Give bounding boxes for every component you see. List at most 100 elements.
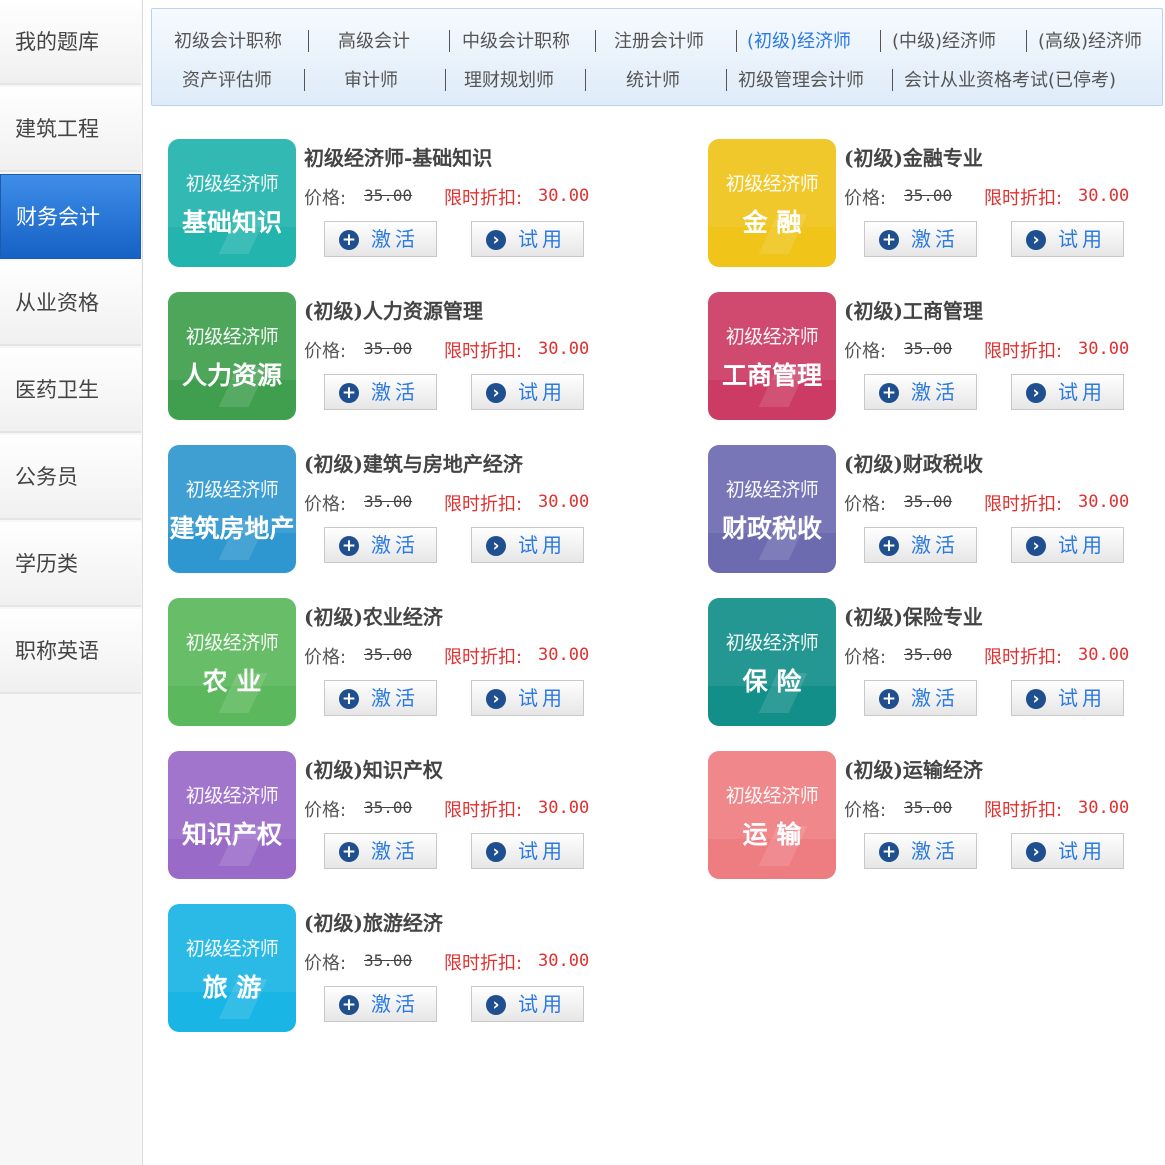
trial-button[interactable]: › 试用 [471,221,584,257]
trial-button[interactable]: › 试用 [471,374,584,410]
product-title[interactable]: (初级)保险专业 [844,601,983,630]
discount-price: 30.00 [538,339,590,359]
thumbnail-bottom-text: 工商管理 [721,361,822,390]
activate-button[interactable]: + 激活 [324,833,437,869]
sidebar-item-qualification[interactable]: 从业资格 [0,261,141,346]
activate-label: 激活 [371,533,419,557]
category-intermediate-economist[interactable]: (中级)经济师 [892,27,996,53]
category-junior-accountant[interactable]: 初级会计职称 [174,27,282,53]
activate-label: 激活 [911,839,959,863]
product-thumbnail[interactable]: 初级经济师 农 业 [168,598,296,726]
sidebar-item-finance-accounting[interactable]: 财务会计 [0,174,141,259]
product-title[interactable]: (初级)旅游经济 [304,907,443,936]
activate-button[interactable]: + 激活 [864,221,977,257]
category-statistician[interactable]: 统计师 [626,66,680,92]
trial-label: 试用 [518,992,566,1016]
discount-price: 30.00 [1078,492,1130,512]
product-title[interactable]: (初级)建筑与房地产经济 [304,448,523,477]
category-senior-economist[interactable]: (高级)经济师 [1038,27,1142,53]
trial-button[interactable]: › 试用 [1011,833,1124,869]
category-separator [892,69,893,91]
product-thumbnail[interactable]: 初级经济师 建筑房地产 [168,445,296,573]
product-card: 初级经济师 基础知识 初级经济师-基础知识 价格: 35.00 限时折扣: 30… [168,139,608,269]
category-junior-economist[interactable]: (初级)经济师 [747,27,851,53]
activate-button[interactable]: + 激活 [324,221,437,257]
price-label: 价格: [304,953,347,974]
product-title[interactable]: (初级)运输经济 [844,754,983,783]
trial-button[interactable]: › 试用 [1011,527,1124,563]
sidebar-item-civil-servant[interactable]: 公务员 [0,435,141,520]
category-senior-accountant[interactable]: 高级会计 [338,27,410,53]
category-asset-appraiser[interactable]: 资产评估师 [182,66,272,92]
plus-circle-icon: + [339,230,359,250]
sidebar-item-medicine-health[interactable]: 医药卫生 [0,348,141,433]
plus-circle-icon: + [339,689,359,709]
activate-button[interactable]: + 激活 [324,527,437,563]
thumbnail-top-text: 初级经济师 [185,938,279,960]
trial-label: 试用 [1058,839,1106,863]
product-card: 初级经济师 金 融 (初级)金融专业 价格: 35.00 限时折扣: 30.00… [708,139,1148,269]
plus-circle-icon: + [879,230,899,250]
trial-button[interactable]: › 试用 [1011,221,1124,257]
activate-label: 激活 [371,227,419,251]
product-thumbnail[interactable]: 初级经济师 工商管理 [708,292,836,420]
price-label: 价格: [844,494,887,515]
trial-button[interactable]: › 试用 [1011,374,1124,410]
trial-button[interactable]: › 试用 [471,833,584,869]
plus-circle-icon: + [339,536,359,556]
trial-button[interactable]: › 试用 [471,680,584,716]
activate-button[interactable]: + 激活 [324,374,437,410]
product-thumbnail[interactable]: 初级经济师 人力资源 [168,292,296,420]
product-title[interactable]: (初级)金融专业 [844,142,983,171]
trial-button[interactable]: › 试用 [471,527,584,563]
product-thumbnail[interactable]: 初级经济师 基础知识 [168,139,296,267]
activate-button[interactable]: + 激活 [864,680,977,716]
thumbnail-bottom-text: 知识产权 [181,820,282,849]
product-thumbnail[interactable]: 初级经济师 财政税收 [708,445,836,573]
category-financial-planner[interactable]: 理财规划师 [464,66,554,92]
activate-button[interactable]: + 激活 [864,833,977,869]
category-separator [595,30,596,52]
play-circle-icon: › [1026,536,1046,556]
play-circle-icon: › [486,536,506,556]
category-accounting-qualification[interactable]: 会计从业资格考试(已停考) [904,66,1116,92]
thumbnail-top-text: 初级经济师 [725,785,819,807]
trial-button[interactable]: › 试用 [1011,680,1124,716]
product-title[interactable]: (初级)农业经济 [304,601,443,630]
activate-label: 激活 [911,227,959,251]
activate-button[interactable]: + 激活 [864,374,977,410]
category-junior-management-accountant[interactable]: 初级管理会计师 [738,66,864,92]
thumbnail-bottom-text: 保 险 [742,667,802,696]
activate-button[interactable]: + 激活 [864,527,977,563]
category-cpa[interactable]: 注册会计师 [614,27,704,53]
category-auditor[interactable]: 审计师 [344,66,398,92]
product-title[interactable]: (初级)人力资源管理 [304,295,483,324]
product-title[interactable]: 初级经济师-基础知识 [304,142,492,171]
sidebar-item-academic[interactable]: 学历类 [0,522,141,607]
category-separator [726,69,727,91]
product-thumbnail[interactable]: 初级经济师 知识产权 [168,751,296,879]
trial-button[interactable]: › 试用 [471,986,584,1022]
product-title[interactable]: (初级)知识产权 [304,754,443,783]
activate-label: 激活 [371,380,419,404]
product-title[interactable]: (初级)财政税收 [844,448,983,477]
category-separator [585,69,586,91]
product-thumbnail[interactable]: 初级经济师 保 险 [708,598,836,726]
activate-button[interactable]: + 激活 [324,986,437,1022]
product-thumbnail[interactable]: 初级经济师 金 融 [708,139,836,267]
activate-button[interactable]: + 激活 [324,680,437,716]
product-thumbnail[interactable]: 初级经济师 旅 游 [168,904,296,1032]
product-thumbnail[interactable]: 初级经济师 运 输 [708,751,836,879]
sidebar-item-my-question-bank[interactable]: 我的题库 [0,0,141,85]
play-circle-icon: › [486,383,506,403]
category-separator [1026,30,1027,52]
trial-label: 试用 [1058,380,1106,404]
category-intermediate-accountant[interactable]: 中级会计职称 [462,27,570,53]
discount-label: 限时折扣: [444,953,523,974]
activate-label: 激活 [371,686,419,710]
plus-circle-icon: + [339,995,359,1015]
sidebar-item-construction[interactable]: 建筑工程 [0,87,141,172]
sidebar-item-title-english[interactable]: 职称英语 [0,609,141,694]
product-title[interactable]: (初级)工商管理 [844,295,983,324]
thumbnail-bottom-text: 基础知识 [181,208,282,237]
